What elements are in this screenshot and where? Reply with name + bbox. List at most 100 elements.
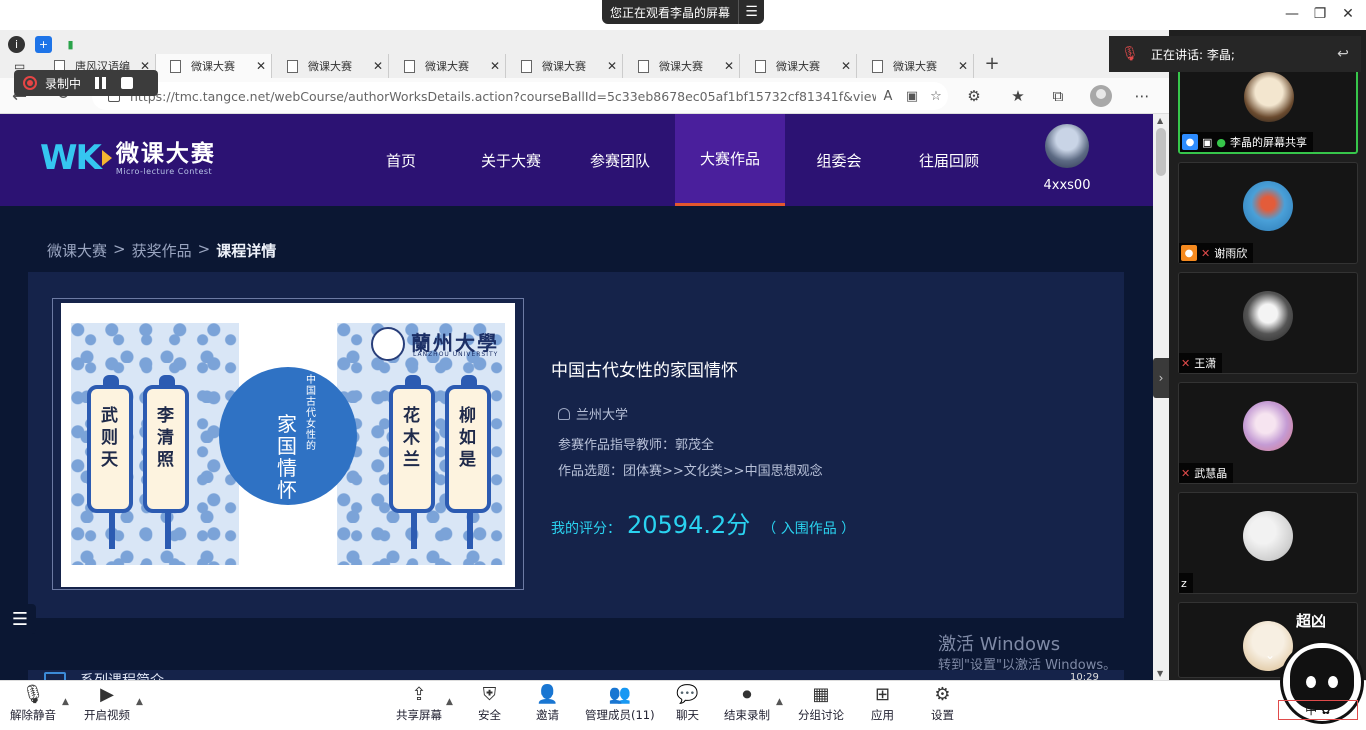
finalist-tag: （ 入围作品 ）: [762, 521, 856, 537]
url-text[interactable]: https://tmc.tangce.net/webCourse/authorW…: [130, 89, 876, 104]
view-options-icon[interactable]: ☰: [738, 0, 764, 24]
add-favorite-icon[interactable]: ☆: [924, 89, 948, 104]
tab-7[interactable]: 微课大赛 ✕: [741, 54, 857, 78]
cohost-icon: ●: [1181, 245, 1197, 261]
clock-fragment: 10:29: [1070, 672, 1099, 683]
nav-committee[interactable]: 组委会: [784, 114, 894, 206]
share-options-caret-icon[interactable]: ▲: [446, 697, 453, 707]
participants-button[interactable]: 👥 管理成员(11): [585, 683, 655, 727]
windows-activation-watermark: 激活 Windows: [938, 634, 1061, 655]
participant-name: z: [1181, 576, 1187, 590]
page-icon: [287, 59, 298, 73]
recording-label: 录制中: [45, 76, 82, 91]
tab-close-icon[interactable]: ✕: [602, 59, 622, 73]
scroll-down-icon[interactable]: ▼: [1157, 669, 1163, 678]
status-icons: i + ▮: [8, 36, 79, 53]
favorites-icon[interactable]: ★: [1008, 87, 1028, 105]
tab-8[interactable]: 微课大赛 ✕: [858, 54, 974, 78]
tab-strip: i + ▮ ▭ 唐风汉语编 ✕ 微课大赛 ✕ 微课大赛 ✕ 微课大赛 ✕ 微课大赛 ✕ 微…: [0, 30, 1169, 78]
breadcrumb: 微课大赛 > 获奖作品 > 课程详情: [47, 240, 276, 261]
security-button[interactable]: ⛨ 安全: [478, 683, 501, 727]
page-icon: [755, 59, 766, 73]
collapse-panel-icon[interactable]: ›: [1153, 358, 1169, 398]
muted-mic-icon: ✕: [1181, 356, 1191, 370]
ime-indicator[interactable]: 中 ✿: [1278, 700, 1358, 720]
tab-close-icon[interactable]: ✕: [836, 59, 856, 73]
participant-name: 武慧晶: [1194, 467, 1228, 480]
apps-button[interactable]: ⊞ 应用: [871, 683, 894, 727]
signal-bars-icon[interactable]: ▮: [62, 36, 79, 53]
collections-icon[interactable]: ⧉: [1048, 87, 1068, 105]
tab-close-icon[interactable]: ✕: [251, 59, 271, 73]
minimize-icon[interactable]: —: [1282, 6, 1302, 22]
sticker-text: 超凶: [1296, 612, 1327, 630]
more-menu-icon[interactable]: ⋯: [1132, 87, 1152, 105]
tab-close-icon[interactable]: ✕: [719, 59, 739, 73]
course-cover-image[interactable]: 中国古代女性的 家国情怀 蘭州大學 LANZHOU UNIVERSITY 武则天…: [61, 303, 515, 587]
book-icon: [44, 672, 66, 680]
user-avatar[interactable]: [1045, 124, 1089, 168]
restore-icon[interactable]: ❐: [1310, 6, 1330, 22]
tab-2[interactable]: 微课大赛 ✕: [156, 54, 272, 78]
lantern-4: 柳如是: [445, 375, 491, 549]
participant-tile[interactable]: ● ✕ 谢雨欣: [1178, 162, 1358, 264]
video-options-caret-icon[interactable]: ▲: [136, 697, 143, 707]
participant-name: 李晶的屏幕共享: [1230, 136, 1308, 149]
tab-close-icon[interactable]: ✕: [953, 59, 973, 73]
start-video-button[interactable]: ▶ 开启视频: [84, 683, 130, 727]
scroll-up-icon[interactable]: ▲: [1157, 116, 1163, 125]
chat-button[interactable]: 💬 聊天: [676, 683, 699, 727]
tab-close-icon[interactable]: ✕: [368, 59, 388, 73]
settings-button[interactable]: ⚙ 设置: [931, 683, 954, 727]
muted-mic-icon: 🎙: [1121, 46, 1139, 62]
site-logo[interactable]: WK 微课大赛 Micro-lecture Contest: [40, 140, 216, 176]
tab-5[interactable]: 微课大赛 ✕: [507, 54, 623, 78]
cover-frame[interactable]: 中国古代女性的 家国情怀 蘭州大學 LANZHOU UNIVERSITY 武则天…: [52, 298, 524, 590]
invite-button[interactable]: 👤 邀请: [536, 683, 559, 727]
nav-teams[interactable]: 参赛团队: [565, 114, 675, 206]
new-tab-button[interactable]: +: [982, 54, 1002, 76]
tab-4[interactable]: 微课大赛 ✕: [390, 54, 506, 78]
record-options-caret-icon[interactable]: ▲: [776, 697, 783, 707]
share-screen-button[interactable]: ⇪ 共享屏幕: [396, 683, 442, 727]
scroll-thumb[interactable]: [1156, 128, 1166, 176]
shield-icon[interactable]: +: [35, 36, 52, 53]
stop-recording-button[interactable]: ⏺ 结束录制: [724, 683, 770, 727]
list-menu-icon[interactable]: ☰: [4, 604, 36, 634]
lantern-2: 李清照: [143, 375, 189, 549]
read-aloud-icon[interactable]: A: [876, 89, 900, 104]
close-icon[interactable]: ✕: [1338, 6, 1358, 22]
pause-recording-icon[interactable]: [95, 77, 107, 89]
user-name[interactable]: 4xxs00: [1020, 178, 1114, 193]
muted-mic-icon: ✕: [1181, 466, 1191, 480]
nav-about[interactable]: 关于大赛: [456, 114, 566, 206]
tab-3[interactable]: 微课大赛 ✕: [273, 54, 389, 78]
participant-tile[interactable]: ✕ 王潇: [1178, 272, 1358, 374]
info-icon[interactable]: i: [8, 36, 25, 53]
nav-review[interactable]: 往届回顾: [894, 114, 1004, 206]
share-banner-text: 您正在观看李晶的屏幕: [610, 5, 731, 20]
profile-avatar[interactable]: [1090, 85, 1112, 107]
nav-home[interactable]: 首页: [346, 114, 456, 206]
breadcrumb-home[interactable]: 微课大赛: [47, 240, 107, 261]
series-intro-title: 系列课程简介: [80, 670, 164, 680]
hide-video-icon[interactable]: ↩: [1325, 46, 1361, 62]
immersive-reader-icon[interactable]: ▣: [900, 89, 924, 104]
participant-tile[interactable]: ✕ 武慧晶: [1178, 382, 1358, 484]
tab-close-icon[interactable]: ✕: [485, 59, 505, 73]
apps-icon: ⊞: [874, 684, 891, 705]
audio-options-caret-icon[interactable]: ▲: [62, 697, 69, 707]
page-viewport: WK 微课大赛 Micro-lecture Contest 首页 关于大赛 参赛…: [0, 114, 1153, 680]
lantern-text: 武则天: [101, 406, 118, 470]
tab-6[interactable]: 微课大赛 ✕: [624, 54, 740, 78]
breadcrumb-awards[interactable]: 获奖作品: [132, 240, 192, 261]
nav-works[interactable]: 大赛作品: [675, 114, 785, 206]
screen-share-banner[interactable]: 您正在观看李晶的屏幕 ☰: [602, 0, 765, 24]
unmute-button[interactable]: 🎙 解除静音: [10, 683, 56, 727]
address-bar[interactable]: https://tmc.tangce.net/webCourse/authorW…: [92, 82, 948, 110]
participant-tile[interactable]: z: [1178, 492, 1358, 594]
stop-recording-icon[interactable]: [121, 77, 133, 89]
extensions-icon[interactable]: ⚙: [964, 87, 984, 105]
user-icon: [558, 407, 570, 420]
breakout-rooms-button[interactable]: ▦ 分组讨论: [798, 683, 844, 727]
